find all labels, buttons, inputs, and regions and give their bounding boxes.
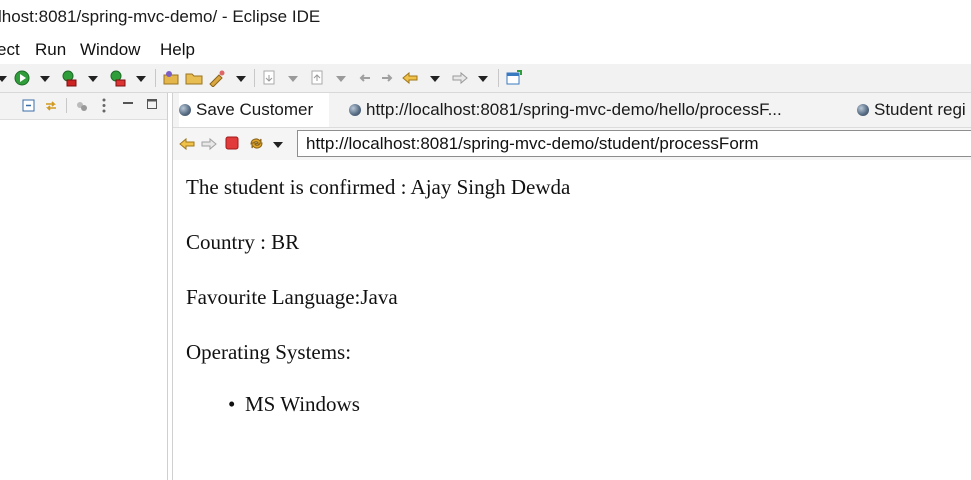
tab-save-customer[interactable]: Save Customer	[179, 93, 329, 127]
refresh-icon[interactable]	[248, 135, 265, 152]
forward-icon[interactable]	[451, 69, 469, 87]
package-explorer-panel	[0, 93, 168, 480]
next-annotation-dropdown-arrow[interactable]	[288, 76, 298, 82]
bullet-icon: •	[228, 392, 236, 416]
prev-annotation-icon[interactable]	[308, 69, 326, 87]
next-annotation-icon[interactable]	[260, 69, 278, 87]
view-menu-icon[interactable]	[101, 97, 107, 114]
external-tools-icon[interactable]	[108, 69, 126, 87]
forward-icon[interactable]	[201, 136, 217, 152]
tab-label: http://localhost:8081/spring-mvc-demo/he…	[366, 100, 782, 119]
os-heading: Operating Systems:	[186, 340, 352, 364]
url-bar[interactable]	[297, 130, 971, 157]
toolbar-separator	[254, 69, 255, 87]
title-bar: lhost:8081/spring-mvc-demo/ - Eclipse ID…	[0, 0, 971, 34]
menu-bar: ect Run Window Help	[0, 34, 971, 64]
back-dropdown-arrow[interactable]	[430, 76, 440, 82]
link-with-editor-icon[interactable]	[43, 98, 59, 114]
browser-page-content: The student is confirmed : Ajay Singh De…	[173, 161, 971, 480]
editor-tabs: Save Customer http://localhost:8081/spri…	[173, 93, 971, 128]
collapse-all-icon[interactable]	[22, 98, 37, 113]
open-task-dropdown-arrow[interactable]	[236, 76, 246, 82]
open-perspective-icon[interactable]	[505, 69, 523, 87]
prev-annotation-dropdown-arrow[interactable]	[336, 76, 346, 82]
open-task-icon[interactable]	[208, 69, 226, 87]
menu-help[interactable]: Help	[160, 40, 195, 60]
toolbar-separator	[498, 69, 499, 87]
tab-hello-process-form[interactable]: http://localhost:8081/spring-mvc-demo/he…	[349, 93, 829, 127]
panel-toolbar	[0, 93, 167, 120]
open-folder-icon[interactable]	[185, 69, 203, 87]
editor-area: Save Customer http://localhost:8081/spri…	[172, 93, 971, 480]
globe-icon	[179, 104, 191, 116]
coverage-dropdown-arrow[interactable]	[88, 76, 98, 82]
external-tools-dropdown-arrow[interactable]	[136, 76, 146, 82]
back-arrow-icon[interactable]	[401, 69, 419, 87]
debug-dropdown-arrow[interactable]	[0, 76, 7, 82]
globe-icon	[349, 104, 361, 116]
back-icon[interactable]	[179, 136, 195, 152]
globe-icon	[857, 104, 869, 116]
run-icon[interactable]	[13, 69, 31, 87]
language-text: Favourite Language:Java	[186, 285, 398, 309]
stop-icon[interactable]	[225, 136, 239, 150]
back-icon[interactable]	[378, 69, 396, 87]
window-title: lhost:8081/spring-mvc-demo/ - Eclipse ID…	[0, 7, 321, 26]
nav-dropdown-arrow[interactable]	[273, 142, 283, 148]
coverage-icon[interactable]	[60, 69, 78, 87]
last-edit-icon[interactable]	[356, 69, 374, 87]
country-text: Country : BR	[186, 230, 300, 254]
panel-separator	[66, 98, 67, 113]
confirmation-text: The student is confirmed : Ajay Singh De…	[186, 175, 571, 199]
forward-dropdown-arrow[interactable]	[478, 76, 488, 82]
minimize-icon[interactable]	[122, 97, 134, 109]
maximize-icon[interactable]	[146, 98, 158, 110]
filter-icon[interactable]	[75, 99, 89, 113]
main-toolbar	[0, 64, 971, 93]
tab-student-registration[interactable]: Student regi	[857, 93, 971, 127]
url-input[interactable]	[298, 131, 971, 156]
tab-label: Student regi	[874, 100, 966, 119]
os-list-item-text: MS Windows	[245, 392, 360, 416]
toolbar-separator	[155, 69, 156, 87]
run-dropdown-arrow[interactable]	[40, 76, 50, 82]
menu-project[interactable]: ect	[0, 40, 20, 60]
new-java-project-icon[interactable]	[162, 69, 180, 87]
browser-nav-bar	[173, 128, 971, 160]
menu-run[interactable]: Run	[35, 40, 66, 60]
menu-window[interactable]: Window	[80, 40, 140, 60]
tab-label: Save Customer	[196, 100, 314, 119]
